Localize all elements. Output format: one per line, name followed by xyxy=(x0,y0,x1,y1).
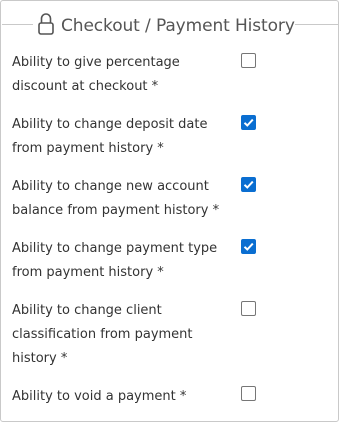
checkmark-icon xyxy=(243,242,254,251)
panel-legend: Checkout / Payment History xyxy=(37,10,299,38)
permission-checkbox[interactable] xyxy=(241,53,256,68)
checkmark-icon xyxy=(243,118,254,127)
permission-label: Ability to give percentage discount at c… xyxy=(12,55,180,94)
permission-label: Ability to change new account balance fr… xyxy=(12,179,220,218)
panel-border-top-left xyxy=(2,24,33,25)
permission-checkbox[interactable] xyxy=(241,115,256,130)
panel-title: Checkout / Payment History xyxy=(61,15,295,36)
permission-checkbox[interactable] xyxy=(241,386,256,401)
permission-label: Ability to void a payment * xyxy=(12,389,187,404)
permission-label: Ability to change deposit date from paym… xyxy=(12,117,208,156)
panel-border-top-right xyxy=(295,24,339,25)
permission-label: Ability to change client classification … xyxy=(12,303,193,366)
permission-checkbox[interactable] xyxy=(241,301,256,316)
lock-icon xyxy=(38,13,54,35)
permission-checkbox[interactable] xyxy=(241,239,256,254)
checkmark-icon xyxy=(243,180,254,189)
permission-label: Ability to change payment type from paym… xyxy=(12,241,218,280)
permission-checkbox[interactable] xyxy=(241,177,256,192)
permissions-panel: Checkout / Payment History Ability to gi… xyxy=(0,0,339,422)
